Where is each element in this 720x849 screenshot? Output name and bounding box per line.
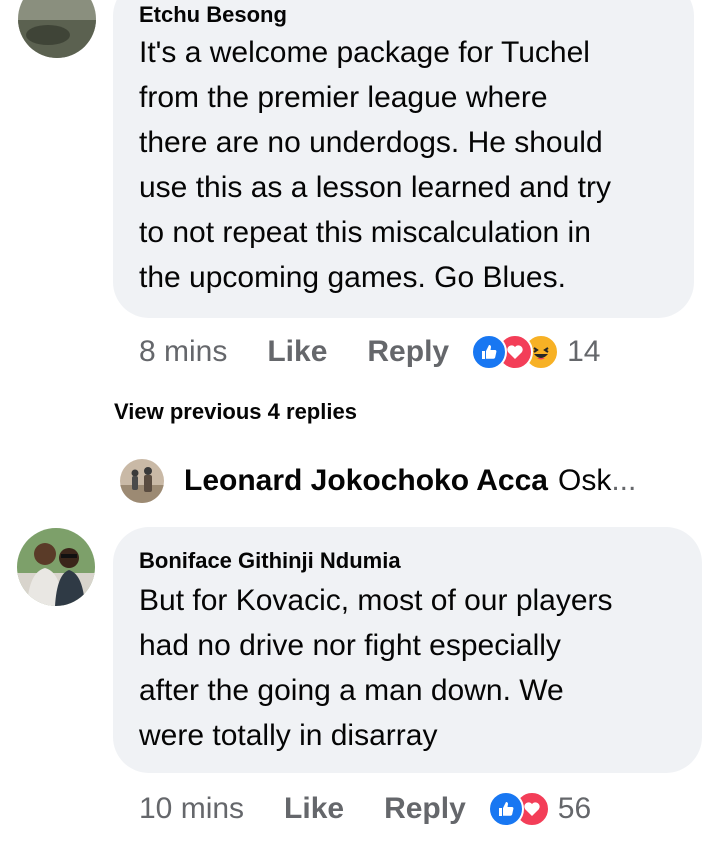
reactions-summary[interactable]: 14 (471, 334, 600, 370)
comment-line: were totally in disarray (139, 719, 438, 752)
comment-actions: 10 mins Like Reply 56 (139, 789, 591, 829)
like-icon (487, 791, 524, 827)
comment-body: It's a welcome package for Tuchel from t… (139, 30, 611, 300)
comment-author[interactable]: Etchu Besong (139, 2, 287, 28)
comment-line: the upcoming games. Go Blues. (139, 261, 566, 294)
comment-line: there are no underdogs. He should (139, 126, 603, 159)
avatar-photo (17, 528, 95, 606)
reply-snippet-text: Osk (557, 464, 612, 497)
reaction-count: 14 (567, 335, 601, 368)
comment-timestamp[interactable]: 8 mins (139, 335, 227, 369)
like-button[interactable]: Like (284, 792, 344, 826)
view-previous-replies-link[interactable]: View previous 4 replies (114, 399, 357, 425)
comment-line: to not repeat this miscalculation in (139, 216, 591, 249)
comment-line: It's a welcome package for Tuchel (139, 36, 590, 69)
comment-line: after the going a man down. We (139, 674, 564, 707)
comment-line: But for Kovacic, most of our players (139, 584, 613, 617)
comment-body: But for Kovacic, most of our players had… (139, 578, 613, 758)
reply-preview[interactable]: Leonard Jokochoko Acca Osk... (120, 456, 680, 506)
avatar-boniface[interactable] (17, 528, 95, 606)
avatar-etchu-besong[interactable] (18, 0, 96, 58)
reactions-summary[interactable]: 56 (487, 791, 592, 827)
reply-snippet: Osk... (558, 464, 636, 498)
comment-actions: 8 mins Like Reply 14 (139, 332, 600, 372)
avatar-leonard (120, 459, 164, 503)
like-icon (471, 334, 508, 370)
reply-button[interactable]: Reply (367, 335, 449, 369)
reply-button[interactable]: Reply (384, 792, 466, 826)
avatar-photo (18, 0, 96, 58)
comment-timestamp[interactable]: 10 mins (139, 792, 244, 826)
reply-ellipsis: ... (611, 464, 637, 497)
comment-line: from the premier league where (139, 81, 548, 114)
reply-author[interactable]: Leonard Jokochoko Acca (184, 464, 548, 498)
like-button[interactable]: Like (267, 335, 327, 369)
reaction-count: 56 (557, 792, 592, 825)
comment-author[interactable]: Boniface Githinji Ndumia (139, 548, 401, 574)
comment-line: had no drive nor fight especially (139, 629, 561, 662)
comment-line: use this as a lesson learned and try (139, 171, 611, 204)
